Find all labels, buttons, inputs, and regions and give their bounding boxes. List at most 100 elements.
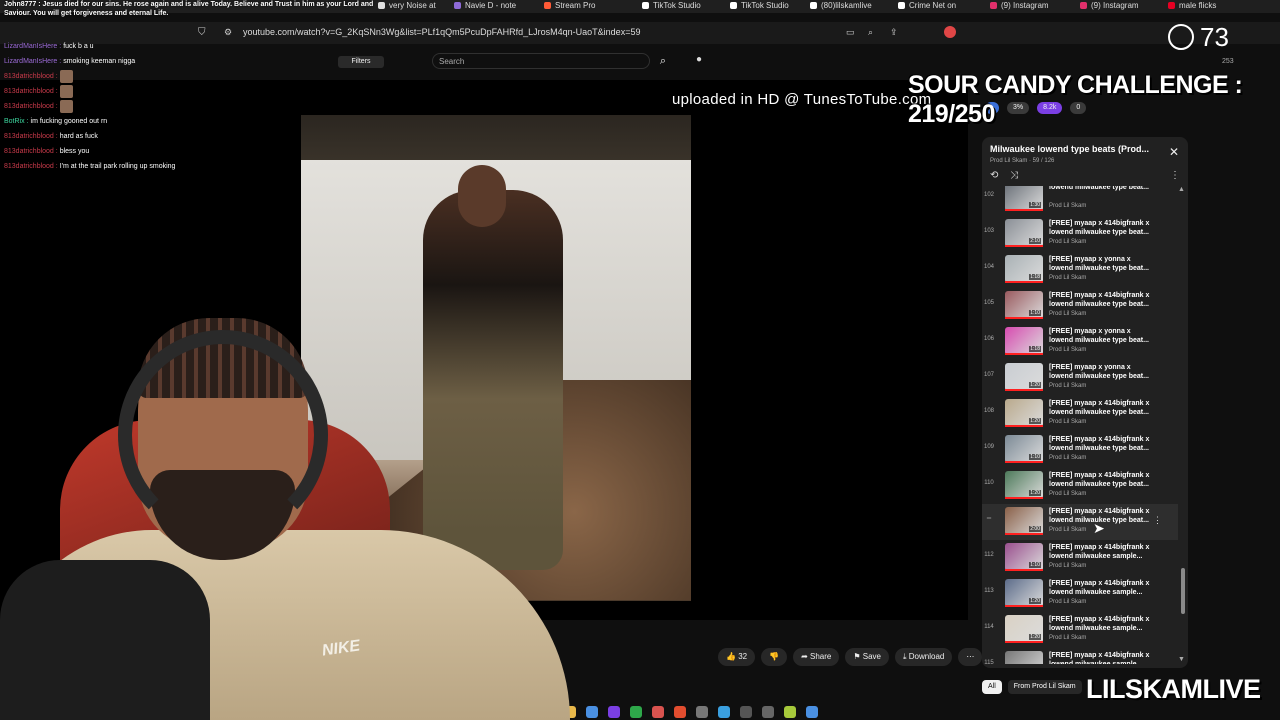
shuffle-icon[interactable]: ⤨ <box>1010 170 1018 181</box>
playlist-item-title[interactable]: [FREE] myaap x 414bigfrank x lowend milw… <box>1049 471 1155 489</box>
site-info-icon[interactable]: ⚙ <box>224 27 232 38</box>
playlist-item[interactable]: 104 1:18 [FREE] myaap x yonna x lowend mil… <box>982 252 1178 288</box>
playlist-item[interactable]: 107 1:20 [FREE] myaap x yonna x lowend mil… <box>982 360 1178 396</box>
watched-progress <box>1005 569 1043 571</box>
playlist-item-title[interactable]: [FREE] myaap x 414bigfrank x lowend milw… <box>1049 435 1155 453</box>
filters-button[interactable]: Filters <box>338 56 384 68</box>
taskbar-app-icon[interactable] <box>652 706 664 718</box>
share-button[interactable]: ➦ Share <box>793 648 840 666</box>
playlist-item-thumbnail[interactable]: 1:30 <box>1005 186 1043 211</box>
playlist-item-title[interactable]: [FREE] myaap x 414bigfrank x lowend milw… <box>1049 543 1155 561</box>
url-text[interactable]: youtube.com/watch?v=G_2KqSNn3Wg&list=PLf… <box>243 27 640 37</box>
browser-tab[interactable]: (80)lilskamlive <box>810 0 872 13</box>
playlist-item-thumbnail[interactable]: 1:20 <box>1005 615 1043 643</box>
browser-tab[interactable]: male flicks <box>1168 0 1216 13</box>
tab-label: Navie D - note <box>465 1 517 10</box>
playlist-item-title[interactable]: [FREE] myaap x 414bigfrank x lowend milw… <box>1049 651 1155 664</box>
playlist-item-thumbnail[interactable]: 2:00 <box>1005 507 1043 535</box>
playlist-item[interactable]: 115 1:20 [FREE] myaap x 414bigfrank x lowe… <box>982 648 1178 664</box>
taskbar-app-icon[interactable] <box>806 706 818 718</box>
browser-tab[interactable]: TikTok Studio <box>642 0 701 13</box>
taskbar-app-icon[interactable] <box>740 706 752 718</box>
playlist-item[interactable]: 112 1:10 [FREE] myaap x 414bigfrank x lowe… <box>982 540 1178 576</box>
playlist-item-thumbnail[interactable]: 1:18 <box>1005 255 1043 283</box>
playlist-item[interactable]: ═ 2:00 [FREE] myaap x 414bigfrank x lowend… <box>982 504 1178 540</box>
playlist-item[interactable]: 113 1:20 [FREE] myaap x 414bigfrank x lowe… <box>982 576 1178 612</box>
item-menu-icon[interactable]: ⋮ <box>1153 515 1162 526</box>
playlist-item[interactable]: 102 1:30 lowend milwaukee type beat... Prod… <box>982 186 1178 216</box>
taskbar-app-icon[interactable] <box>674 706 686 718</box>
playlist-item-thumbnail[interactable]: 1:20 <box>1005 399 1043 427</box>
bookmark-icon[interactable]: ⛉ <box>198 27 206 38</box>
playlist-item-title[interactable]: [FREE] myaap x 414bigfrank x lowend milw… <box>1049 615 1155 633</box>
browser-tab[interactable]: Stream Pro <box>544 0 595 13</box>
loop-icon[interactable]: ⟲ <box>990 170 998 181</box>
chip-all[interactable]: All <box>982 680 1002 694</box>
playlist-item-title[interactable]: [FREE] myaap x yonna x lowend milwaukee … <box>1049 363 1155 381</box>
watched-progress <box>1005 245 1043 247</box>
playlist-item-thumbnail[interactable]: 1:10 <box>1005 543 1043 571</box>
more-actions-button[interactable]: ⋯ <box>958 648 983 666</box>
playlist-item-thumbnail[interactable]: 1:20 <box>1005 471 1043 499</box>
search-input[interactable]: Search <box>432 53 650 69</box>
taskbar-app-icon[interactable] <box>784 706 796 718</box>
playlist-item[interactable]: 109 1:10 [FREE] myaap x 414bigfrank x lowe… <box>982 432 1178 468</box>
playlist-item-title[interactable]: lowend milwaukee type beat... <box>1049 186 1155 192</box>
more-options-icon[interactable]: ⋮ <box>1170 170 1180 181</box>
chip-from-channel[interactable]: From Prod Lil Skam <box>1007 680 1082 694</box>
share-page-icon[interactable]: ⇪ <box>890 27 898 38</box>
drag-handle-icon[interactable]: ═ <box>982 516 996 522</box>
download-button[interactable]: ⤓ Download <box>895 648 953 666</box>
browser-tab[interactable]: (9) Instagram <box>990 0 1049 13</box>
scroll-down-icon[interactable]: ▼ <box>1178 656 1185 663</box>
playlist-item-title[interactable]: [FREE] myaap x 414bigfrank x lowend milw… <box>1049 291 1155 309</box>
playlist-item-thumbnail[interactable]: 1:20 <box>1005 651 1043 664</box>
chat-message: LizardManIsHere : smoking keeman nigga <box>4 54 244 69</box>
playlist-item-title[interactable]: [FREE] myaap x 414bigfrank x lowend milw… <box>1049 579 1155 597</box>
browser-tab[interactable]: TikTok Studio <box>730 0 789 13</box>
playlist-item[interactable]: 108 1:20 [FREE] myaap x 414bigfrank x lowe… <box>982 396 1178 432</box>
taskbar-app-icon[interactable] <box>696 706 708 718</box>
microphone-icon[interactable]: ● <box>692 54 706 68</box>
tab-favicon-icon <box>990 2 997 9</box>
tab-favicon-icon <box>898 2 905 9</box>
playlist-item-title[interactable]: [FREE] myaap x 414bigfrank x lowend milw… <box>1049 399 1155 417</box>
close-icon[interactable]: ✕ <box>1168 146 1180 158</box>
video-actions: 👍 32 👎 ➦ Share ⚑ Save ⤓ Download ⋯ <box>718 648 983 666</box>
playlist-item-thumbnail[interactable]: 1:20 <box>1005 363 1043 391</box>
playlist-item[interactable]: 106 1:18 [FREE] myaap x yonna x lowend mil… <box>982 324 1178 360</box>
browser-tab[interactable]: Crime Net on <box>898 0 956 13</box>
tab-favicon-icon <box>544 2 551 9</box>
playlist-item[interactable]: 110 1:20 [FREE] myaap x 414bigfrank x lowe… <box>982 468 1178 504</box>
browser-tab[interactable]: (9) Instagram <box>1080 0 1139 13</box>
cast-icon[interactable]: ▭ <box>846 27 855 38</box>
playlist-item-thumbnail[interactable]: 1:10 <box>1005 435 1043 463</box>
playlist-item-thumbnail[interactable]: 1:18 <box>1005 327 1043 355</box>
taskbar-app-icon[interactable] <box>630 706 642 718</box>
taskbar-app-icon[interactable] <box>608 706 620 718</box>
scroll-up-icon[interactable]: ▲ <box>1178 186 1185 193</box>
playlist-item-title[interactable]: [FREE] myaap x yonna x lowend milwaukee … <box>1049 327 1155 345</box>
scrollbar-thumb[interactable] <box>1181 568 1185 614</box>
playlist-title[interactable]: Milwaukee lowend type beats (Prod... <box>990 144 1160 154</box>
playlist-item-thumbnail[interactable]: 2:10 <box>1005 219 1043 247</box>
streamer-brand: LILSKAMLIVE <box>1086 674 1261 704</box>
playlist-item-title[interactable]: [FREE] myaap x yonna x lowend milwaukee … <box>1049 255 1155 273</box>
save-button[interactable]: ⚑ Save <box>845 648 889 666</box>
playlist-item-title[interactable]: [FREE] myaap x 414bigfrank x lowend milw… <box>1049 219 1155 237</box>
taskbar-app-icon[interactable] <box>586 706 598 718</box>
playlist-item-thumbnail[interactable]: 1:20 <box>1005 579 1043 607</box>
extension-icon[interactable] <box>944 26 956 38</box>
zoom-icon[interactable]: ⌕ <box>868 27 873 38</box>
duration-badge: 1:18 <box>1029 346 1041 352</box>
search-icon[interactable]: ⌕ <box>652 54 674 68</box>
browser-tab[interactable]: Navie D - note <box>454 0 516 13</box>
playlist-item[interactable]: 105 1:10 [FREE] myaap x 414bigfrank x lowe… <box>982 288 1178 324</box>
taskbar-app-icon[interactable] <box>762 706 774 718</box>
dislike-button[interactable]: 👎 <box>761 648 788 666</box>
like-button[interactable]: 👍 32 <box>718 648 756 666</box>
playlist-item[interactable]: 114 1:20 [FREE] myaap x 414bigfrank x lowe… <box>982 612 1178 648</box>
playlist-item[interactable]: 103 2:10 [FREE] myaap x 414bigfrank x lowe… <box>982 216 1178 252</box>
playlist-item-thumbnail[interactable]: 1:10 <box>1005 291 1043 319</box>
taskbar-app-icon[interactable] <box>718 706 730 718</box>
